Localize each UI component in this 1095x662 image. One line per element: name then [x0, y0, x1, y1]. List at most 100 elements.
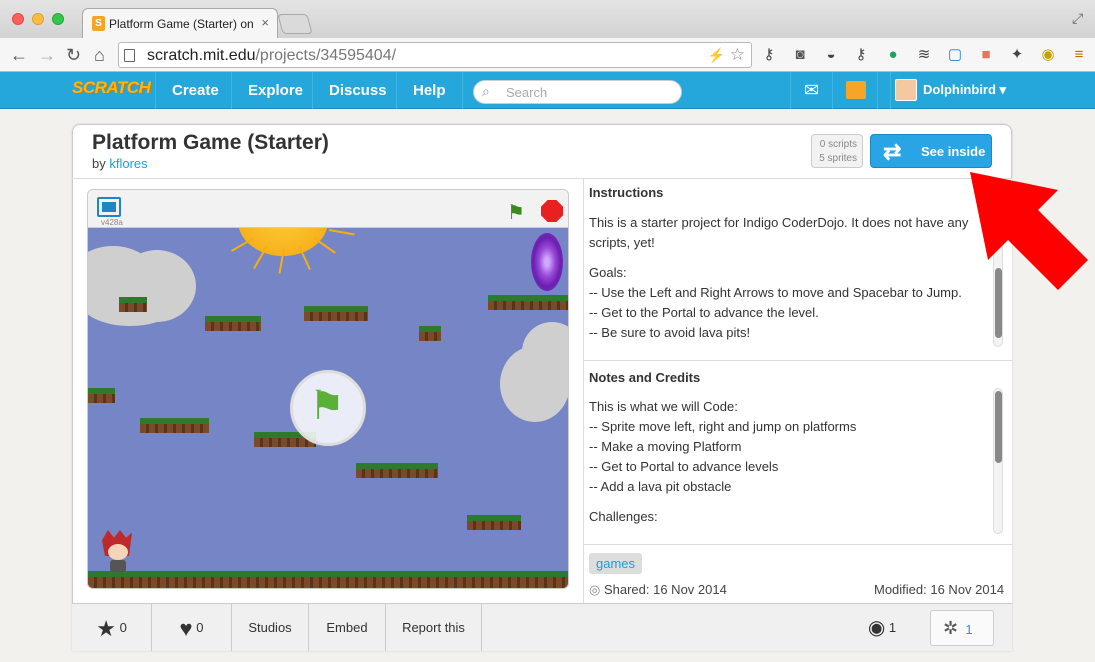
nav-create[interactable]: Create [155, 72, 235, 109]
remix-arrows-icon: ⇄ [883, 139, 902, 164]
messages-icon[interactable]: ✉ [790, 72, 832, 109]
instructions-para: Goals: [589, 265, 627, 280]
love-count: 0 [196, 620, 204, 635]
platform [88, 388, 115, 403]
platform [467, 515, 521, 530]
notes-scroll-thumb[interactable] [995, 391, 1002, 463]
annotation-arrow-icon [970, 172, 1088, 290]
star-icon: ★ [96, 616, 116, 642]
report-button[interactable]: Report this [386, 604, 482, 651]
instructions-para: -- Get to the Portal to advance the leve… [589, 305, 819, 320]
minimize-window-button[interactable] [32, 13, 44, 25]
project-counts: 0 scripts 5 sprites [811, 134, 863, 168]
tree-icon: ✲ [943, 618, 959, 638]
home-icon[interactable]: ⌂ [94, 45, 105, 66]
bookmark-star-icon[interactable]: ☆ [730, 45, 745, 65]
back-icon[interactable]: ← [10, 45, 28, 66]
platform [205, 316, 261, 331]
menu-icon[interactable]: ≡ [1070, 46, 1088, 64]
sun-ray [328, 229, 355, 236]
fullscreen-stage-icon[interactable] [97, 197, 121, 217]
rss-extension-icon[interactable]: ■ [977, 46, 995, 64]
instructions-para: This is a starter project for Indigo Cod… [589, 215, 969, 250]
green-flag-icon[interactable]: ⚑ [507, 200, 525, 225]
scratch-favicon-icon: S [92, 16, 105, 31]
instructions-para: -- Be sure to avoid lava pits! [589, 325, 751, 340]
layers-extension-icon[interactable]: ≋ [915, 46, 933, 64]
browser-titlebar: S Platform Game (Starter) on Scratch × ⤢ [0, 0, 1095, 38]
notes-challenges: Challenges: [589, 509, 658, 524]
close-window-button[interactable] [12, 13, 24, 25]
mask-extension-icon[interactable]: ◒ [822, 46, 840, 64]
stage[interactable]: ⚑ [88, 228, 568, 588]
mystuff-icon[interactable] [832, 72, 878, 109]
page-icon [124, 49, 135, 62]
screenshot-extension-icon[interactable]: ▢ [946, 46, 964, 64]
notes-scrollbar[interactable] [993, 388, 1003, 534]
eye-extension-icon[interactable]: ◉ [1039, 46, 1057, 64]
views-count: 1 [888, 620, 897, 635]
embed-button[interactable]: Embed [309, 604, 386, 651]
shared-text: Shared: 16 Nov 2014 [603, 582, 727, 597]
user-menu[interactable]: Dolphinbird ▾ [890, 72, 1010, 109]
platform [140, 418, 209, 433]
action-bar: ★ 0 ♥ 0 Studios Embed Report this ◉ 1 ✲ … [72, 603, 1012, 651]
fullscreen-icon[interactable]: ⤢ [1072, 10, 1083, 27]
views-counter: ◉ 1 [846, 604, 918, 651]
scratch-logo[interactable]: SCRATCH [72, 78, 151, 98]
ground [88, 571, 568, 588]
browser-tab[interactable]: S Platform Game (Starter) on Scratch × [82, 8, 278, 38]
favorite-button[interactable]: ★ 0 [72, 604, 152, 651]
author-link[interactable]: kflores [109, 156, 147, 171]
platform [119, 297, 147, 312]
instructions-section: Instructions This is a starter project f… [584, 179, 1012, 361]
scripts-count: 0 scripts [819, 139, 857, 150]
platform [304, 306, 368, 321]
instructions-body: This is a starter project for Indigo Cod… [589, 213, 984, 343]
pocket-extension-icon[interactable]: ◙ [791, 46, 809, 64]
browser-toolbar: ← → ↻ ⌂ scratch.mit.edu/projects/3459540… [0, 38, 1095, 72]
eye-icon: ◉ [867, 617, 886, 640]
url-path: /projects/34595404/ [255, 47, 397, 64]
start-overlay-button[interactable]: ⚑ [290, 370, 366, 446]
hangouts-extension-icon[interactable]: ● [884, 46, 902, 64]
remix-tree-button[interactable]: ✲ 1 [930, 610, 994, 646]
zoom-window-button[interactable] [52, 13, 64, 25]
address-bar[interactable]: scratch.mit.edu/projects/34595404/ ⚡ ☆ [118, 42, 752, 68]
notes-line: -- Get to Portal to advance levels [589, 459, 779, 474]
reload-icon[interactable]: ↻ [66, 45, 81, 66]
nav-help[interactable]: Help [396, 72, 463, 109]
player-controls: v428a ⚑ [88, 190, 568, 228]
tag-games[interactable]: games [589, 553, 643, 574]
sun-ray [313, 237, 336, 254]
scratch-navbar: SCRATCH Create Explore Discuss Help ⌕ Se… [0, 72, 1095, 109]
heart-icon: ♥ [179, 616, 193, 642]
bolt-icon[interactable]: ⚡ [708, 47, 725, 64]
instructions-para: -- Use the Left and Right Arrows to move… [589, 285, 962, 300]
tab-close-icon[interactable]: × [261, 15, 269, 30]
search-input[interactable]: ⌕ Search [473, 80, 682, 104]
key2-extension-icon[interactable]: ⚷ [852, 46, 870, 64]
key-extension-icon[interactable]: ⚷ [760, 46, 778, 64]
platform [356, 463, 438, 478]
sprites-count: 5 sprites [819, 153, 857, 164]
project-title: Platform Game (Starter) [92, 131, 329, 154]
project-player: v428a ⚑ ⚑ [87, 189, 569, 589]
stop-icon[interactable] [541, 200, 563, 222]
see-inside-button[interactable]: ⇄ See inside [870, 134, 992, 168]
shared-date: ◎ Shared: 16 Nov 2014 [589, 582, 727, 598]
instructions-heading: Instructions [589, 185, 664, 200]
nav-discuss[interactable]: Discuss [312, 72, 403, 109]
ninja-extension-icon[interactable]: ✦ [1008, 46, 1026, 64]
tab-title: Platform Game (Starter) on Scratch [109, 17, 257, 31]
love-button[interactable]: ♥ 0 [152, 604, 232, 651]
favorite-count: 0 [119, 620, 127, 635]
nav-explore[interactable]: Explore [231, 72, 319, 109]
studios-button[interactable]: Studios [232, 604, 309, 651]
notes-section: Notes and Credits This is what we will C… [584, 362, 1012, 545]
modified-date: Modified: 16 Nov 2014 [874, 582, 1005, 597]
notes-line: -- Sprite move left, right and jump on p… [589, 419, 857, 434]
portal-sprite [531, 233, 563, 291]
new-tab-button[interactable] [277, 14, 313, 34]
forward-icon[interactable]: → [38, 45, 56, 66]
